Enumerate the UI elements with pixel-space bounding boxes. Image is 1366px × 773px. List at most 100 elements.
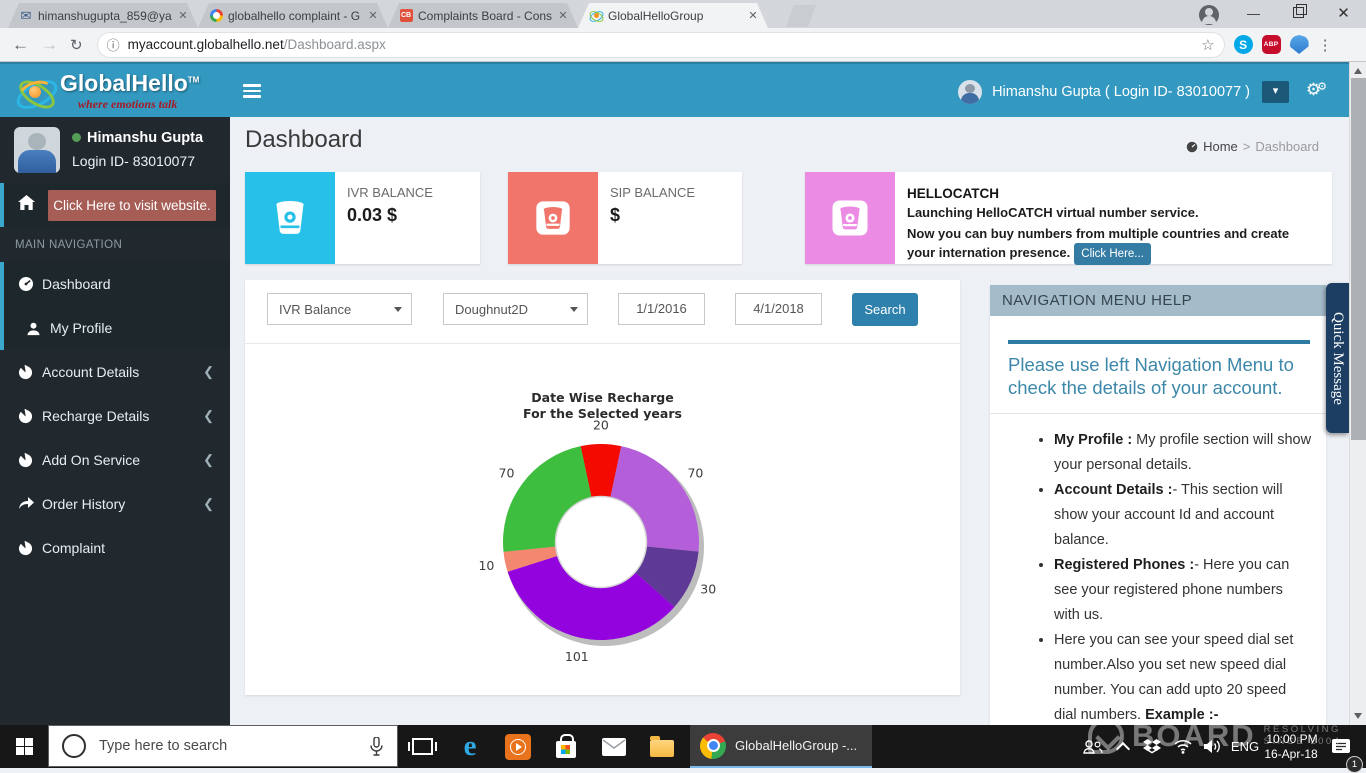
sidebar-item-my-profile[interactable]: My Profile: [0, 306, 230, 350]
volume-tray-icon[interactable]: [1200, 725, 1226, 768]
media-player-icon[interactable]: [494, 725, 542, 768]
page-scrollbar[interactable]: [1349, 62, 1366, 725]
breadcrumb-home-link[interactable]: Home: [1185, 139, 1238, 154]
pie-chart-icon: [18, 365, 42, 380]
search-button[interactable]: Search: [852, 293, 918, 326]
dashboard-mini-icon: [1185, 141, 1199, 153]
tray-expand-caret-icon[interactable]: [1112, 725, 1134, 768]
language-indicator[interactable]: ENG: [1228, 725, 1262, 768]
skype-extension-icon[interactable]: S: [1234, 35, 1253, 54]
user-icon: [26, 321, 50, 336]
pie-chart-icon: [18, 453, 42, 468]
windows-logo-icon: [16, 738, 33, 755]
shield-extension-icon[interactable]: [1290, 35, 1309, 54]
ivr-icon-box: [245, 172, 335, 264]
window-restore-button[interactable]: [1276, 0, 1321, 28]
tab-close-icon[interactable]: ✕: [176, 9, 190, 22]
refresh-icon[interactable]: ↻: [70, 36, 83, 54]
globalhello-favicon-icon: [588, 8, 604, 24]
window-close-button[interactable]: ✕: [1321, 0, 1366, 28]
sidebar-toggle-hamburger-icon[interactable]: [243, 84, 261, 98]
sidebar-item-order-history[interactable]: Order History ❮: [0, 482, 230, 526]
sidebar-item-add-on-service[interactable]: Add On Service ❮: [0, 438, 230, 482]
user-dropdown-chevron-icon[interactable]: ▾: [1262, 81, 1289, 103]
sidebar-item-complaint[interactable]: Complaint: [0, 526, 230, 570]
bucket-icon: [533, 198, 573, 238]
doughnut-label: 101: [565, 649, 589, 664]
quick-message-tab[interactable]: Quick Message: [1326, 283, 1349, 433]
mail-app-icon[interactable]: [590, 725, 638, 768]
task-view-button[interactable]: [398, 725, 446, 768]
sidebar-item-account-details[interactable]: Account Details ❮: [0, 350, 230, 394]
settings-gears-icon[interactable]: ⚙⚙: [1306, 80, 1327, 100]
page-info-icon[interactable]: ⓘ: [107, 35, 120, 54]
browser-tab-1[interactable]: ✉ himanshugupta_859@ya ✕: [8, 3, 198, 28]
tab-close-icon[interactable]: ✕: [366, 9, 380, 22]
browser-titlebar: ✉ himanshugupta_859@ya ✕ globalhello com…: [0, 0, 1366, 28]
help-list: My Profile : My profile section will sho…: [990, 413, 1326, 725]
forward-icon[interactable]: →: [41, 35, 58, 55]
brand-name: GlobalHelloTM: [60, 70, 199, 97]
header-user-menu[interactable]: Himanshu Gupta ( Login ID- 83010077 ) ▾: [958, 64, 1289, 119]
browser-menu-icon[interactable]: ⋮: [1318, 36, 1333, 54]
visit-website-button[interactable]: Click Here to visit website.: [48, 190, 216, 221]
tray-date: 16-Apr-18: [1264, 747, 1317, 762]
date-from-input[interactable]: 1/1/2016: [618, 293, 705, 325]
action-center-icon[interactable]: 1: [1326, 725, 1356, 768]
globalhello-logo[interactable]: GlobalHelloTM where emotions talk: [0, 64, 230, 117]
microphone-icon[interactable]: [370, 737, 383, 756]
sidebar-item-dashboard[interactable]: Dashboard: [0, 262, 230, 306]
select-arrow-icon: [570, 307, 578, 312]
select-arrow-icon: [394, 307, 402, 312]
google-favicon-icon: [208, 8, 224, 24]
tab-close-icon[interactable]: ✕: [556, 9, 570, 22]
notification-badge: 1: [1346, 756, 1363, 773]
scroll-down-arrow-icon[interactable]: [1354, 713, 1362, 719]
dropbox-tray-icon[interactable]: [1140, 725, 1164, 768]
scroll-up-arrow-icon[interactable]: [1354, 68, 1362, 74]
people-tray-icon[interactable]: [1080, 725, 1106, 768]
window-minimize-button[interactable]: —: [1231, 0, 1276, 28]
back-icon[interactable]: ←: [12, 35, 29, 55]
wifi-tray-icon[interactable]: [1170, 725, 1196, 768]
mail-favicon-icon: ✉: [18, 8, 34, 24]
adblock-extension-icon[interactable]: ABP: [1262, 35, 1281, 54]
file-explorer-icon[interactable]: [638, 725, 686, 768]
doughnut-label: 30: [700, 581, 716, 596]
tab-title: himanshugupta_859@ya: [38, 9, 172, 23]
navigation-help-panel: NAVIGATION MENU HELP Please use left Nav…: [990, 285, 1326, 725]
brand-tagline: where emotions talk: [78, 97, 177, 112]
sip-balance-value: $: [610, 205, 695, 226]
click-here-button[interactable]: Click Here...: [1074, 243, 1151, 265]
sidebar-item-recharge-details[interactable]: Recharge Details ❮: [0, 394, 230, 438]
sip-balance-card: SIP BALANCE $: [508, 172, 742, 264]
chart-type-select[interactable]: Doughnut2D: [443, 293, 588, 325]
browser-tab-4-active[interactable]: GlobalHelloGroup ✕: [578, 3, 768, 28]
url-field[interactable]: ⓘ myaccount.globalhello.net /Dashboard.a…: [97, 32, 1225, 58]
chart-subtitle: For the Selected years: [245, 406, 960, 421]
help-heading: Please use left Navigation Menu to check…: [1008, 353, 1310, 399]
web-page: GlobalHelloTM where emotions talk Himans…: [0, 62, 1349, 725]
hellocatch-title: HELLOCATCH: [907, 186, 1320, 201]
browser-profile-icon[interactable]: [1186, 0, 1231, 28]
home-icon: [18, 195, 40, 215]
help-divider: [1008, 340, 1310, 344]
bookmark-star-icon[interactable]: ☆: [1201, 36, 1214, 54]
browser-tab-3[interactable]: CB Complaints Board - Cons ✕: [388, 3, 578, 28]
edge-browser-icon[interactable]: e: [446, 725, 494, 768]
balance-type-select[interactable]: IVR Balance: [267, 293, 412, 325]
bucket-icon: [829, 197, 871, 239]
new-tab-button[interactable]: [786, 5, 816, 27]
taskbar-search-input[interactable]: Type here to search: [48, 725, 398, 767]
start-button[interactable]: [0, 725, 48, 768]
tab-close-icon[interactable]: ✕: [746, 9, 760, 22]
sip-balance-label: SIP BALANCE: [610, 185, 695, 200]
microsoft-store-icon[interactable]: [542, 725, 590, 768]
browser-tab-2[interactable]: globalhello complaint - G ✕: [198, 3, 388, 28]
pie-chart-icon: [18, 409, 42, 424]
chrome-taskbar-button[interactable]: GlobalHelloGroup -...: [690, 725, 872, 768]
date-to-input[interactable]: 4/1/2018: [735, 293, 822, 325]
chevron-left-icon: ❮: [203, 452, 214, 468]
scrollbar-thumb[interactable]: [1351, 78, 1366, 440]
clock-tray[interactable]: 10:00 PM16-Apr-18: [1262, 725, 1320, 768]
